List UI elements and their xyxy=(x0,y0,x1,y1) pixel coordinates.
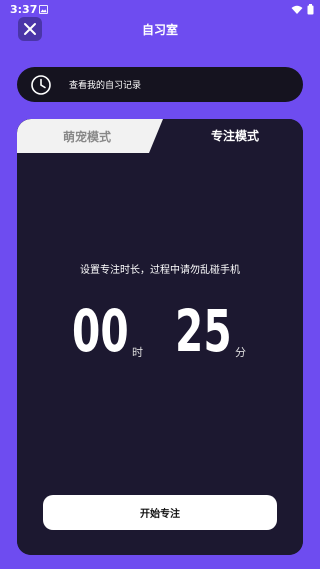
hours-unit: 时 xyxy=(132,346,143,359)
start-focus-button[interactable]: 开始专注 xyxy=(43,495,277,530)
focus-instruction: 设置专注时长，过程中请勿乱碰手机 xyxy=(80,265,240,276)
clock-icon xyxy=(31,74,51,95)
minutes-unit: 分 xyxy=(235,346,246,359)
study-record-button[interactable]: 查看我的自习记录 xyxy=(17,67,303,102)
wifi-icon xyxy=(291,5,303,14)
minutes-value[interactable]: 25 xyxy=(175,291,232,371)
tab-pet-mode-label: 萌宠模式 xyxy=(62,130,111,144)
study-record-label: 查看我的自习记录 xyxy=(69,81,142,91)
image-icon xyxy=(39,5,48,14)
hours-value[interactable]: 00 xyxy=(72,291,129,371)
tab-focus-mode[interactable]: 专注模式 xyxy=(167,127,303,144)
timer-display: 00 时 25 分 xyxy=(17,291,303,371)
header: 自习室 xyxy=(0,14,320,46)
mode-card: 萌宠模式 专注模式 设置专注时长，过程中请勿乱碰手机 00 时 25 分 开始专… xyxy=(17,119,303,555)
page-title: 自习室 xyxy=(141,23,178,37)
focus-panel: 设置专注时长，过程中请勿乱碰手机 00 时 25 分 开始专注 xyxy=(17,153,303,555)
